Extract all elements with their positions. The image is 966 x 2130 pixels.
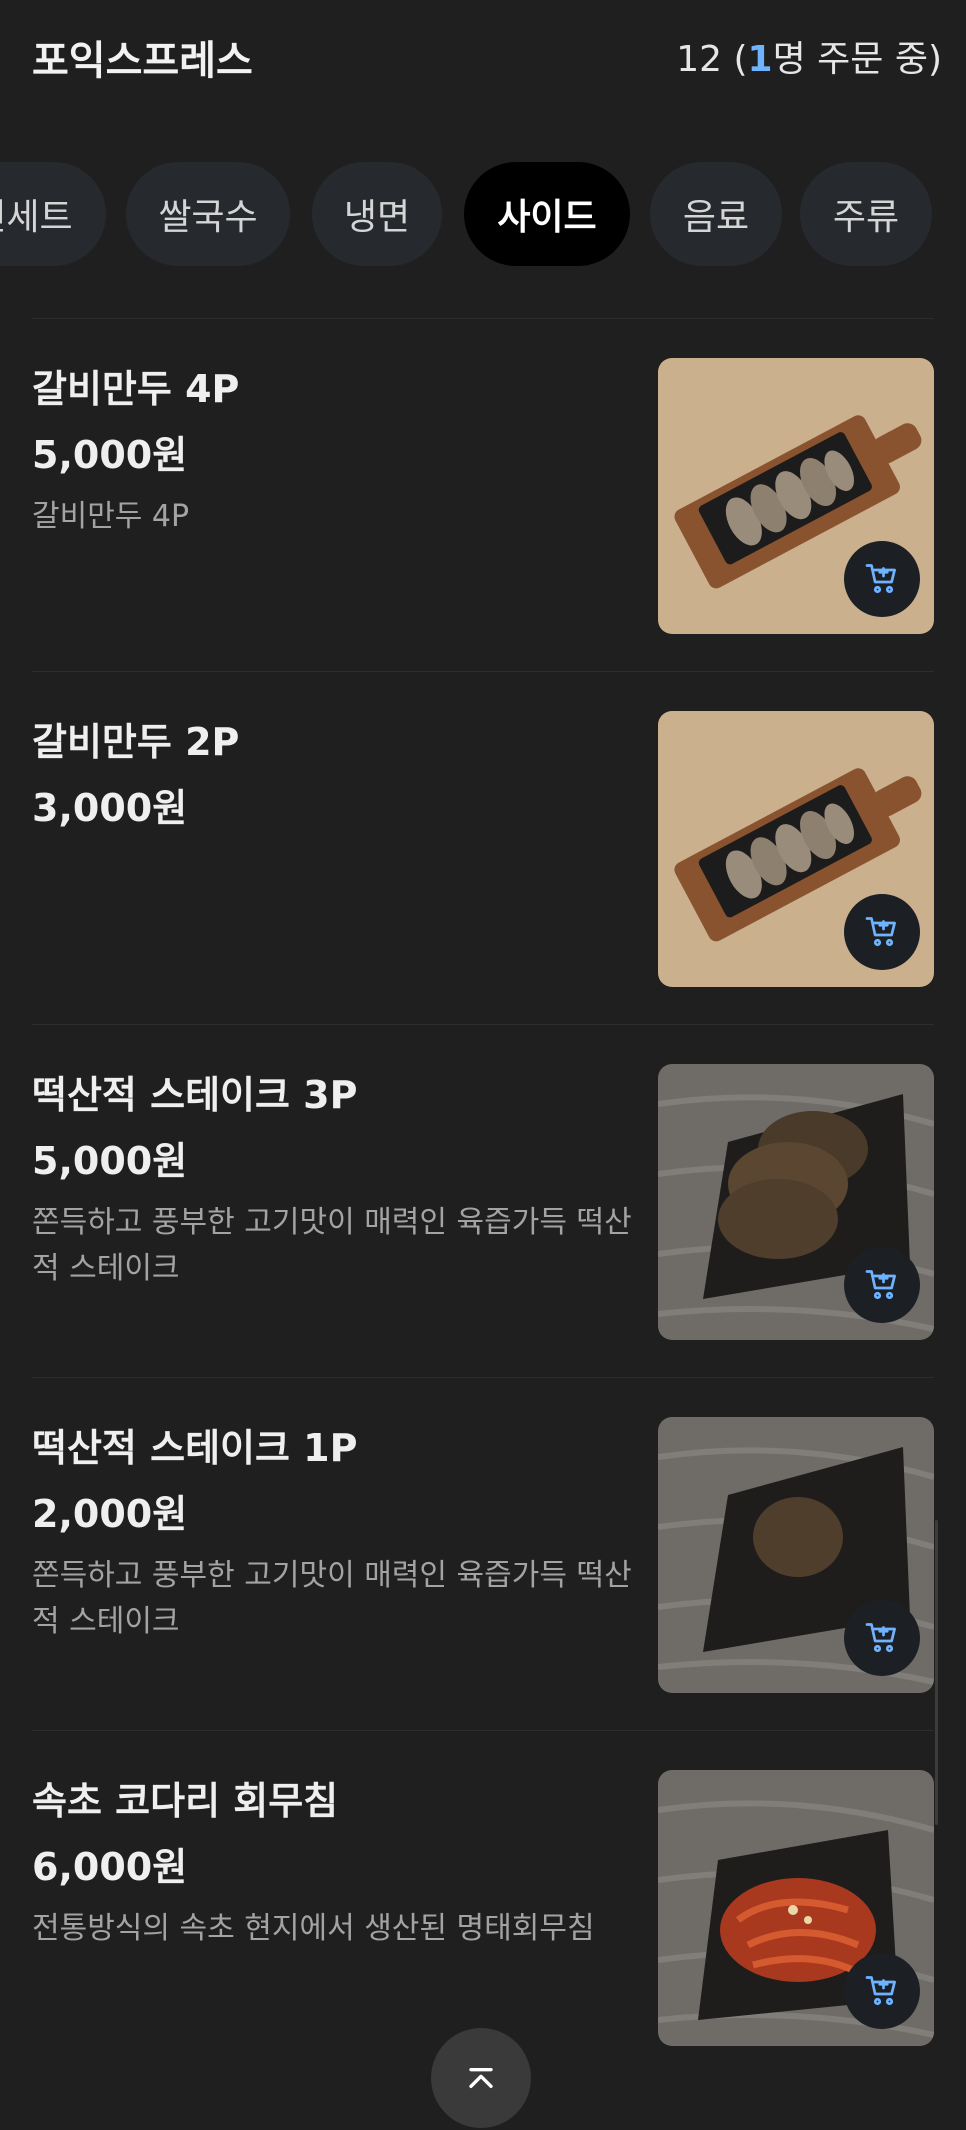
tab-drinks[interactable]: 음료 xyxy=(650,162,782,266)
divider xyxy=(32,318,934,319)
divider xyxy=(32,671,934,672)
cart-add-icon xyxy=(865,1270,896,1300)
menu-item-price: 6,000원 xyxy=(32,1845,188,1889)
menu-item-price: 3,000원 xyxy=(32,786,188,830)
menu-item-name: 떡산적 스테이크 3P xyxy=(32,1073,358,1117)
tab-cold-noodles[interactable]: 냉면 xyxy=(312,162,442,266)
menu-item-description: 쫀득하고 풍부한 고기맛이 매력인 육즙가득 떡산적 스테이크 xyxy=(32,1558,632,1639)
cart-add-icon xyxy=(865,1623,896,1653)
cart-add-icon xyxy=(865,917,896,947)
menu-item-name: 속초 코다리 회무침 xyxy=(32,1779,339,1823)
menu-item[interactable]: 떡산적 스테이크 3P 5,000원 쫀득하고 풍부한 고기맛이 매력인 육즙가… xyxy=(0,1028,966,1381)
order-status: 12 (1명 주문 중) xyxy=(676,39,942,80)
menu-item-price: 5,000원 xyxy=(32,433,188,477)
add-to-cart-button[interactable] xyxy=(844,1600,920,1676)
menu-item-name: 갈비만두 4P xyxy=(32,367,240,411)
category-tabs: 런세트 쌀국수 냉면 사이드 음료 주류 xyxy=(0,162,966,268)
header: 포익스프레스 12 (1명 주문 중) xyxy=(0,0,966,112)
add-to-cart-button[interactable] xyxy=(844,541,920,617)
tab-pho[interactable]: 쌀국수 xyxy=(126,162,290,266)
divider xyxy=(32,1024,934,1025)
menu-item-name: 갈비만두 2P xyxy=(32,720,240,764)
menu-item[interactable]: 떡산적 스테이크 1P 2,000원 쫀득하고 풍부한 고기맛이 매력인 육즙가… xyxy=(0,1381,966,1734)
menu-item-name: 떡산적 스테이크 1P xyxy=(32,1426,358,1470)
add-to-cart-button[interactable] xyxy=(844,1953,920,2029)
add-to-cart-button[interactable] xyxy=(844,1247,920,1323)
divider xyxy=(32,1377,934,1378)
menu-item-price: 5,000원 xyxy=(32,1139,188,1183)
menu-item[interactable]: 갈비만두 4P 5,000원 갈비만두 4P xyxy=(0,322,966,675)
menu-item-description: 전통방식의 속초 현지에서 생산된 명태회무침 xyxy=(32,1911,595,1946)
menu-item-description: 갈비만두 4P xyxy=(32,499,190,534)
store-name: 포익스프레스 xyxy=(32,38,253,84)
menu-item[interactable]: 갈비만두 2P 3,000원 xyxy=(0,675,966,1028)
scrollbar[interactable] xyxy=(935,1520,938,1825)
add-to-cart-button[interactable] xyxy=(844,894,920,970)
chevron-up-icon xyxy=(469,2068,493,2088)
order-count: 1 xyxy=(747,39,773,80)
menu-item-price: 2,000원 xyxy=(32,1492,188,1536)
scroll-top-button[interactable] xyxy=(431,2028,531,2128)
divider xyxy=(32,1730,934,1731)
tab-lunch-set[interactable]: 런세트 xyxy=(0,162,106,266)
tab-alcohol[interactable]: 주류 xyxy=(800,162,932,266)
cart-add-icon xyxy=(865,1976,896,2006)
tab-side[interactable]: 사이드 xyxy=(464,162,630,266)
cart-add-icon xyxy=(865,564,896,594)
menu-item-description: 쫀득하고 풍부한 고기맛이 매력인 육즙가득 떡산적 스테이크 xyxy=(32,1205,632,1286)
